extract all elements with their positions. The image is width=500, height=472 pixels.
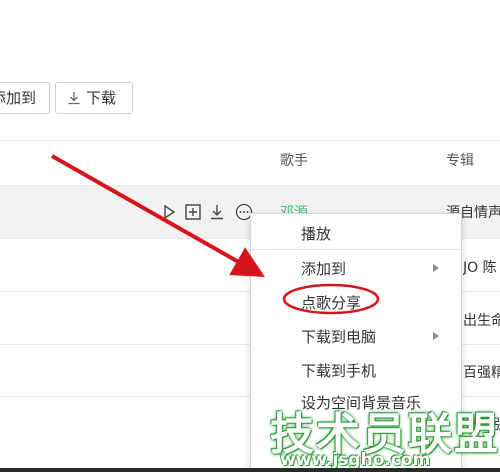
annotation-arrow	[51, 154, 265, 277]
annotation-circle	[282, 283, 380, 315]
watermark-url: www.jsgho.com	[280, 450, 431, 470]
bottom-bar	[0, 468, 500, 472]
